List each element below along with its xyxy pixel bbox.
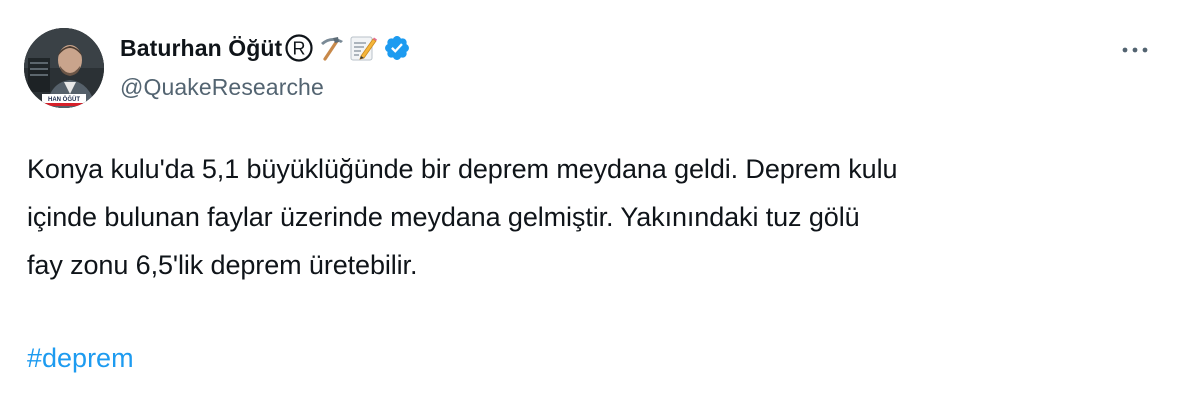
avatar[interactable]: HAN ÖĞÜT [24, 28, 104, 108]
avatar-image: HAN ÖĞÜT [24, 28, 104, 108]
memo-icon [348, 33, 378, 63]
tweet-text: Konya kulu'da 5,1 büyüklüğünde bir depre… [27, 154, 898, 280]
author-handle[interactable]: @QuakeResearche [120, 74, 324, 101]
svg-text:R: R [293, 39, 306, 59]
more-options-button[interactable] [1118, 40, 1152, 60]
pick-icon [316, 33, 346, 63]
hashtag-link[interactable]: #deprem [27, 334, 134, 382]
author-name-row[interactable]: Baturhan Öğüt R [120, 32, 411, 64]
avatar-caption: HAN ÖĞÜT [48, 95, 80, 103]
more-dots-icon [1122, 47, 1148, 53]
tweet-card: HAN ÖĞÜT Baturhan Öğüt R @QuakeResearche… [0, 0, 1180, 400]
registered-icon: R [284, 33, 314, 63]
verified-badge-icon[interactable] [383, 34, 411, 62]
display-name[interactable]: Baturhan Öğüt [120, 35, 282, 62]
